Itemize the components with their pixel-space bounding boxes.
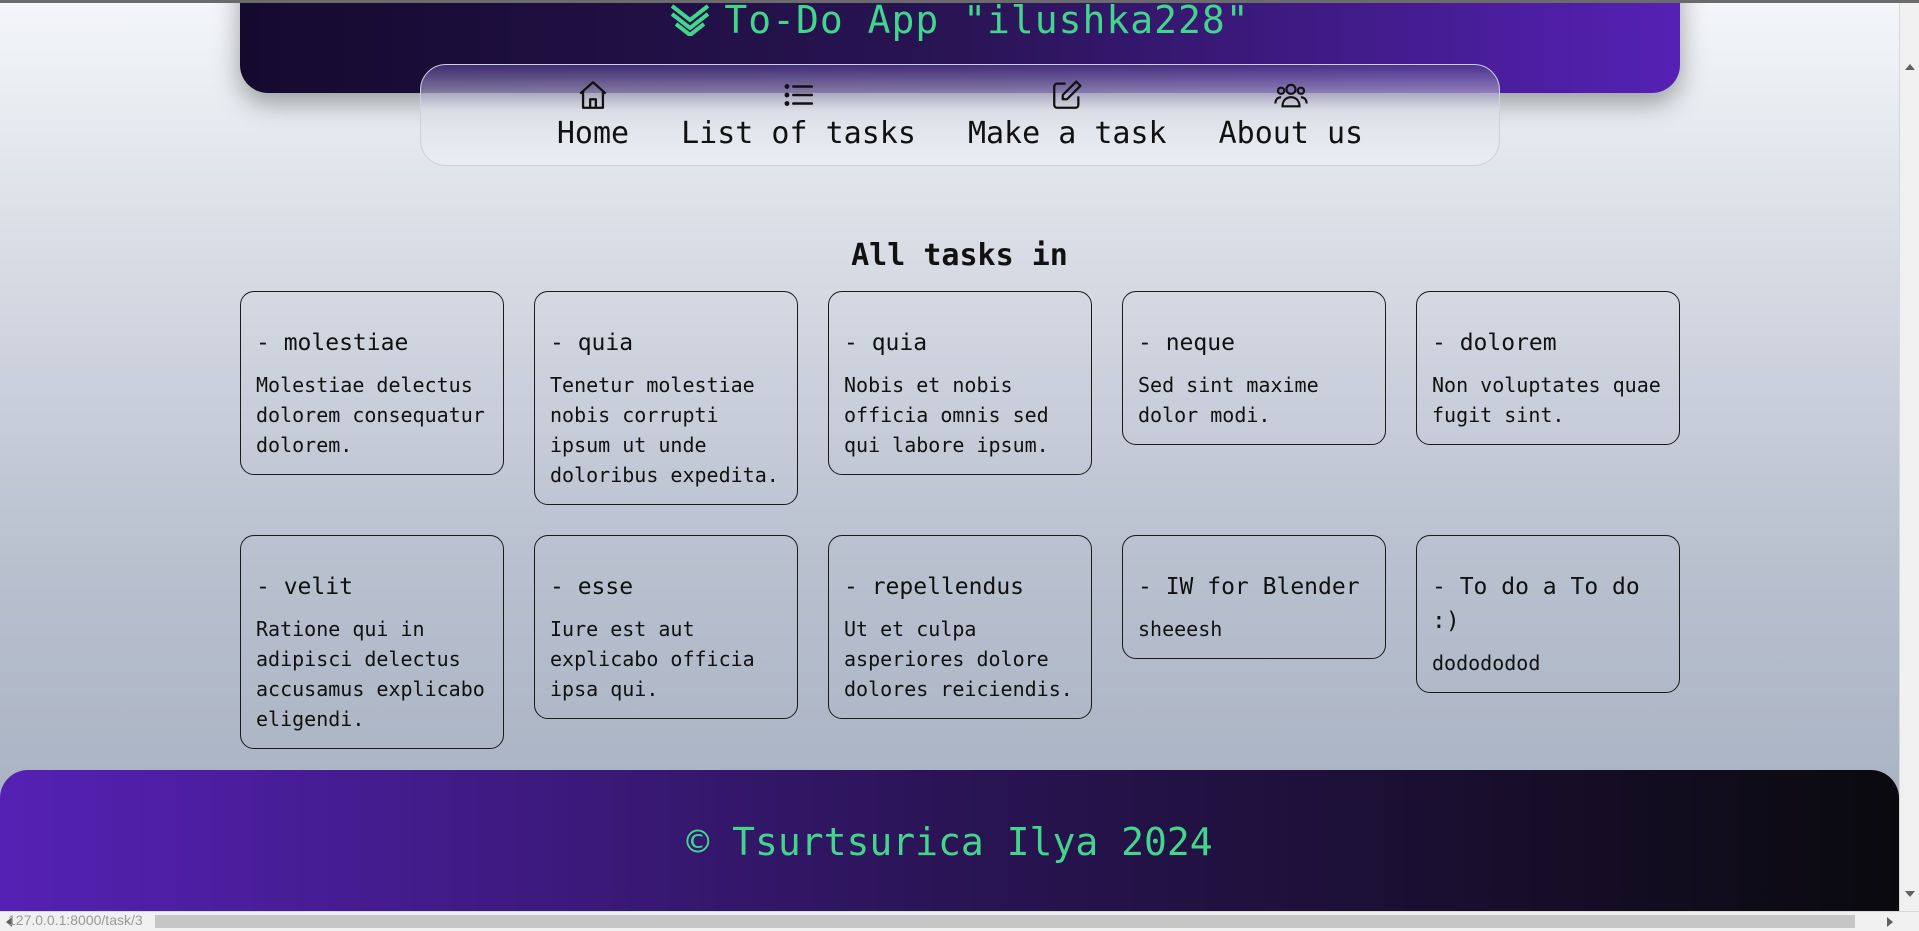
scroll-up-icon[interactable]	[1905, 64, 1915, 70]
task-title: - IW for Blender	[1138, 574, 1360, 600]
task-title: - quia	[844, 330, 928, 356]
task-card[interactable]: - velit Ratione qui in adipisci delectus…	[240, 535, 504, 749]
nav-item-home[interactable]: Home	[557, 78, 629, 151]
page-footer: © Tsurtsurica Ilya 2024	[0, 770, 1899, 920]
task-title: - neque	[1138, 330, 1235, 356]
nav-label-make-a-task: Make a task	[967, 116, 1167, 151]
scroll-right-icon[interactable]	[1887, 917, 1893, 927]
task-title: - dolorem	[1432, 330, 1557, 356]
task-title: - molestiae	[256, 330, 409, 356]
task-card[interactable]: - quia Nobis et nobis officia omnis sed …	[828, 291, 1092, 475]
task-description: dodododod	[1432, 651, 1541, 675]
task-card[interactable]: - molestiae Molestiae delectus dolorem c…	[240, 291, 504, 475]
task-title: - quia	[550, 330, 634, 356]
app-title: To-Do App "ilushka228"	[724, 0, 1250, 42]
page-title: All tasks in	[851, 238, 1068, 273]
task-title: - To do a To do :)	[1432, 574, 1640, 634]
page: To-Do App "ilushka228" Home List of task…	[0, 0, 1899, 931]
task-card[interactable]: - quia Tenetur molestiae nobis corrupti …	[534, 291, 798, 505]
edit-icon	[1053, 80, 1082, 109]
task-title: - esse	[550, 574, 634, 600]
horizontal-scrollbar[interactable]	[0, 911, 1919, 931]
vertical-scrollbar[interactable]	[1899, 0, 1919, 911]
task-description: sheeesh	[1138, 617, 1223, 641]
status-bar-url: 127.0.0.1:8000/task/3	[8, 912, 143, 928]
window-top-border	[0, 0, 1919, 3]
app-title-container: To-Do App "ilushka228"	[240, 0, 1680, 45]
task-card[interactable]: - To do a To do :) dodododod	[1416, 535, 1680, 693]
nav-label-list-of-tasks: List of tasks	[681, 116, 916, 151]
task-grid: - molestiae Molestiae delectus dolorem c…	[240, 291, 1682, 749]
task-card[interactable]: - dolorem Non voluptates quae fugit sint…	[1416, 291, 1680, 445]
scrollbar-thumb[interactable]	[155, 915, 1855, 928]
logo-icon	[670, 1, 710, 45]
home-icon	[579, 81, 607, 109]
task-title: - velit	[256, 574, 353, 600]
list-icon	[784, 84, 813, 106]
nav-item-make-a-task[interactable]: Make a task	[968, 78, 1167, 151]
task-card[interactable]: - neque Sed sint maxime dolor modi.	[1122, 291, 1386, 445]
users-icon	[1274, 83, 1308, 108]
nav-label-home: Home	[556, 116, 630, 151]
task-description: Ut et culpa asperiores dolore dolores re…	[844, 617, 1073, 701]
task-title: - repellendus	[844, 574, 1025, 600]
task-description: Nobis et nobis officia omnis sed qui lab…	[844, 373, 1049, 457]
nav-item-list-of-tasks[interactable]: List of tasks	[681, 78, 916, 151]
task-card[interactable]: - IW for Blender sheeesh	[1122, 535, 1386, 659]
footer-copyright: © Tsurtsurica Ilya 2024	[686, 820, 1213, 864]
task-description: Molestiae delectus dolorem consequatur d…	[256, 373, 485, 457]
nav-item-about-us[interactable]: About us	[1218, 78, 1364, 151]
task-card[interactable]: - esse Iure est aut explicabo officia ip…	[534, 535, 798, 719]
scroll-down-icon[interactable]	[1905, 891, 1915, 897]
task-description: Ratione qui in adipisci delectus accusam…	[256, 617, 485, 731]
task-description: Tenetur molestiae nobis corrupti ipsum u…	[550, 373, 779, 487]
nav-label-about-us: About us	[1218, 116, 1364, 151]
main-nav: Home List of tasks Make a task About us	[420, 64, 1500, 166]
task-card[interactable]: - repellendus Ut et culpa asperiores dol…	[828, 535, 1092, 719]
task-description: Sed sint maxime dolor modi.	[1138, 373, 1319, 427]
task-description: Iure est aut explicabo officia ipsa qui.	[550, 617, 755, 701]
task-description: Non voluptates quae fugit sint.	[1432, 373, 1661, 427]
